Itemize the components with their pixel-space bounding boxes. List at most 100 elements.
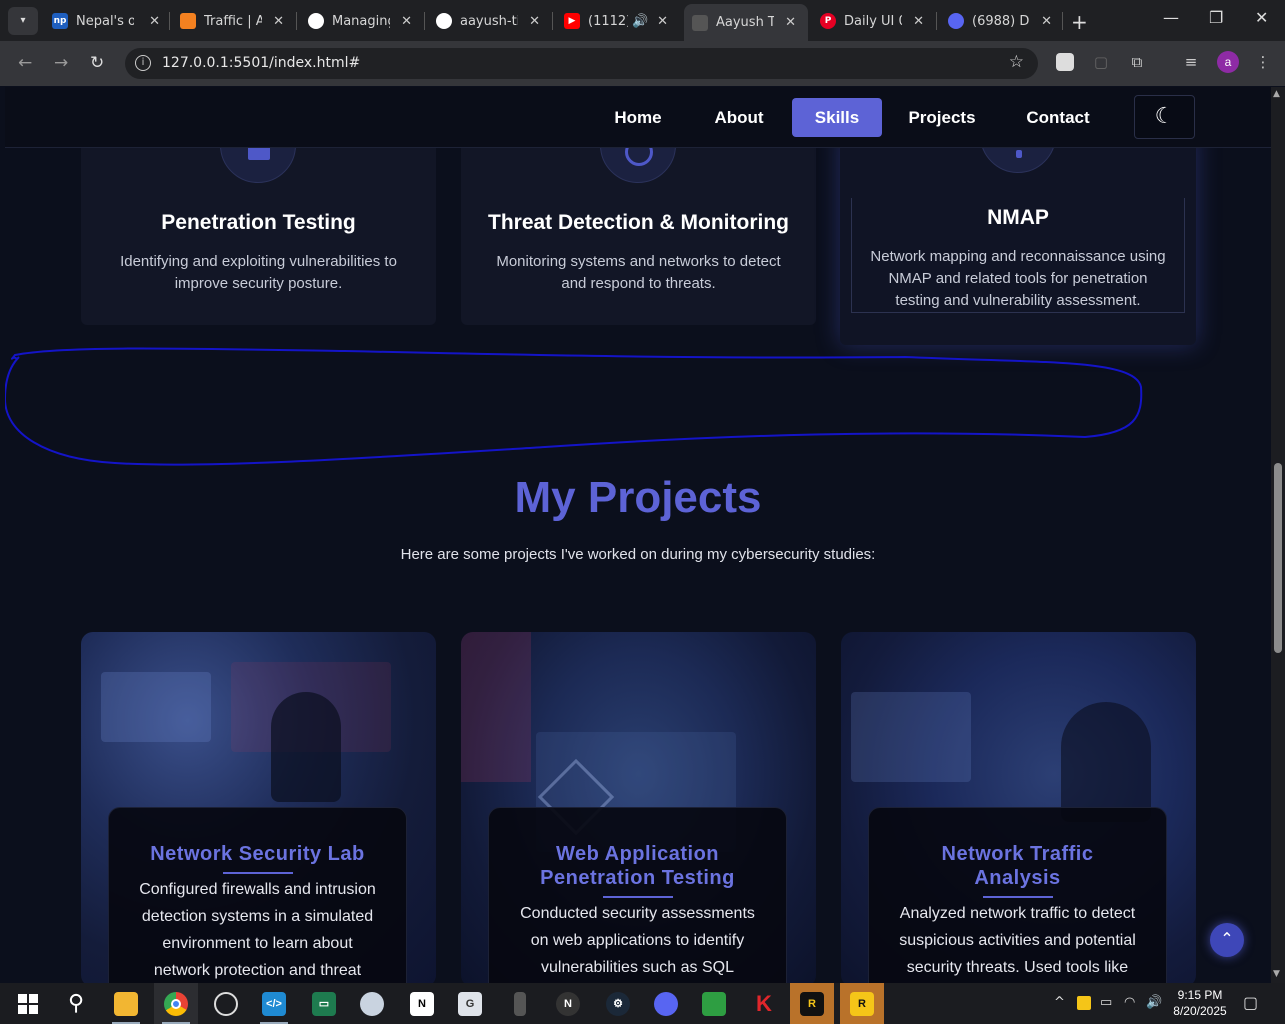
project-card-network-traffic[interactable]: Network Traffic Analysis Analyzed network… (841, 632, 1196, 983)
scroll-up-arrow-icon[interactable]: ▲ (1273, 89, 1280, 99)
steam-icon[interactable]: ⚙ (596, 983, 640, 1024)
windows-start-icon[interactable] (6, 983, 50, 1024)
scroll-to-top-button[interactable]: ⌃ (1210, 923, 1244, 957)
extensions-puzzle-icon[interactable]: ⧉ (1128, 53, 1146, 71)
system-clock[interactable]: 9:15 PM 8/20/2025 (1168, 987, 1232, 1019)
back-button[interactable]: ← (18, 53, 32, 73)
rockstar-icon[interactable]: R (790, 983, 834, 1024)
profile-avatar[interactable]: a (1217, 51, 1239, 73)
app-icon[interactable] (692, 983, 736, 1024)
close-tab-icon[interactable]: ✕ (273, 14, 284, 29)
battery-icon[interactable]: ▭ (1100, 995, 1112, 1010)
speaker-icon[interactable]: 🔊 (632, 14, 648, 29)
terminal-icon[interactable]: ▭ (302, 983, 346, 1024)
extension-icon[interactable]: ▢ (1092, 53, 1110, 71)
site-info-icon[interactable]: i (135, 55, 151, 71)
network-app-icon[interactable] (350, 983, 394, 1024)
skill-card-threat-detection: Threat Detection & Monitoring Monitoring… (461, 107, 816, 325)
project-title: Web Application Penetration Testing (540, 843, 735, 889)
bookmark-star-icon[interactable]: ☆ (1009, 52, 1024, 72)
project-description: Conducted security assessments on web ap… (520, 905, 755, 976)
project-title: Network Traffic Analysis (941, 843, 1094, 889)
media-control-icon[interactable]: ≡ (1182, 53, 1200, 71)
game-icon[interactable] (498, 983, 542, 1024)
search-icon[interactable]: ⚲ (54, 983, 98, 1024)
theme-toggle-moon-icon[interactable]: ☾ (1134, 95, 1195, 139)
close-tab-icon[interactable]: ✕ (785, 15, 796, 30)
windows-taskbar: ⚲ </> ▭ N G N ⚙ K R R ^ ▭ ◠ 🔊 9:15 PM 8/… (0, 983, 1285, 1024)
pinterest-icon: P (820, 13, 836, 29)
volume-icon[interactable]: 🔊 (1146, 995, 1162, 1010)
close-tab-icon[interactable]: ✕ (657, 14, 668, 29)
forward-button[interactable]: → (54, 53, 68, 73)
close-tab-icon[interactable]: ✕ (1041, 14, 1052, 29)
discord-icon (948, 13, 964, 29)
scrollbar-thumb[interactable] (1274, 463, 1282, 653)
tab-aayush-github[interactable]: aayush-tim ✕ (436, 6, 540, 36)
skill-card-penetration-testing: Penetration Testing Identifying and expl… (81, 107, 436, 325)
close-tab-icon[interactable]: ✕ (529, 14, 540, 29)
notification-icon[interactable]: ▢ (1243, 993, 1258, 1012)
git-gui-icon[interactable]: G (448, 983, 492, 1024)
hacker-icon (692, 14, 708, 31)
minimize-button[interactable]: — (1163, 8, 1179, 27)
obs-icon[interactable] (204, 983, 248, 1024)
nav-projects[interactable]: Projects (901, 98, 983, 137)
tab-nepal[interactable]: np Nepal's offi ✕ (52, 6, 160, 36)
tab-youtube[interactable]: ▶ (1112) 🔊 ✕ (564, 6, 668, 36)
project-info-panel: Network Security Lab Configured firewall… (108, 807, 407, 983)
project-card-network-security-lab[interactable]: Network Security Lab Configured firewall… (81, 632, 436, 983)
file-explorer-icon[interactable] (104, 983, 148, 1024)
skill-title: Penetration Testing (161, 211, 356, 234)
wifi-icon[interactable]: ◠ (1124, 995, 1135, 1010)
tab-search-icon[interactable]: ▾ (8, 6, 38, 35)
project-title: Network Security Lab (150, 843, 365, 865)
tray-chevron-icon[interactable]: ^ (1054, 995, 1065, 1010)
rockstar-icon[interactable]: R (840, 983, 884, 1024)
skill-description: Network mapping and reconnaissance using… (870, 248, 1166, 309)
nav-contact[interactable]: Contact (1018, 98, 1098, 137)
menu-kebab-icon[interactable]: ⋮ (1254, 53, 1272, 71)
app-icon[interactable]: K (742, 983, 786, 1024)
tray-rockstar-icon[interactable] (1077, 996, 1091, 1010)
projects-heading: My Projects (514, 473, 762, 522)
tab-managing[interactable]: Managing ✕ (308, 6, 412, 36)
cloudflare-icon (180, 13, 196, 29)
tab-traffic[interactable]: Traffic | Arg ✕ (180, 6, 284, 36)
restore-button[interactable]: ❐ (1209, 8, 1223, 27)
project-info-panel: Web Application Penetration Testing Condu… (488, 807, 787, 983)
chrome-icon[interactable] (154, 983, 198, 1024)
nav-home[interactable]: Home (603, 98, 673, 137)
tab-discord[interactable]: (6988) Disc ✕ (948, 6, 1052, 36)
skill-card-nmap: NMAP Network mapping and reconnaissance … (840, 97, 1196, 345)
notion-icon[interactable]: N (400, 983, 444, 1024)
nav-skills[interactable]: Skills (792, 98, 882, 137)
tab-pinterest[interactable]: P Daily UI 02 ✕ (820, 6, 924, 36)
page-scrollbar[interactable]: ▲ ▼ (1271, 87, 1285, 983)
skill-title: NMAP (987, 206, 1049, 229)
new-tab-button[interactable]: + (1071, 10, 1088, 34)
project-card-web-app-pentest[interactable]: Web Application Penetration Testing Condu… (461, 632, 816, 983)
close-tab-icon[interactable]: ✕ (913, 14, 924, 29)
tab-aayush-portfolio[interactable]: Aayush Tim ✕ (684, 4, 808, 41)
project-description: Analyzed network traffic to detect suspi… (899, 905, 1136, 976)
github-icon (308, 13, 324, 29)
extension-icon[interactable] (1056, 53, 1074, 71)
project-description: Configured firewalls and intrusion detec… (139, 881, 376, 979)
close-window-button[interactable]: ✕ (1255, 8, 1268, 27)
browser-toolbar: ← → ↻ i 127.0.0.1:5501/index.html# ☆ ▢ ⧉… (0, 41, 1285, 86)
nav-about[interactable]: About (704, 98, 774, 137)
skill-description: Identifying and exploiting vulnerabiliti… (120, 253, 397, 292)
page-viewport: Penetration Testing Identifying and expl… (5, 87, 1271, 983)
scroll-down-arrow-icon[interactable]: ▼ (1273, 969, 1280, 979)
vscode-icon[interactable]: </> (252, 983, 296, 1024)
project-info-panel: Network Traffic Analysis Analyzed network… (868, 807, 1167, 983)
annotation-ellipse (5, 347, 1143, 466)
github-icon (436, 13, 452, 29)
app-icon[interactable]: N (546, 983, 590, 1024)
discord-icon[interactable] (644, 983, 688, 1024)
reload-button[interactable]: ↻ (90, 53, 104, 73)
close-tab-icon[interactable]: ✕ (149, 14, 160, 29)
address-bar[interactable]: i 127.0.0.1:5501/index.html# ☆ (125, 48, 1038, 79)
close-tab-icon[interactable]: ✕ (401, 14, 412, 29)
